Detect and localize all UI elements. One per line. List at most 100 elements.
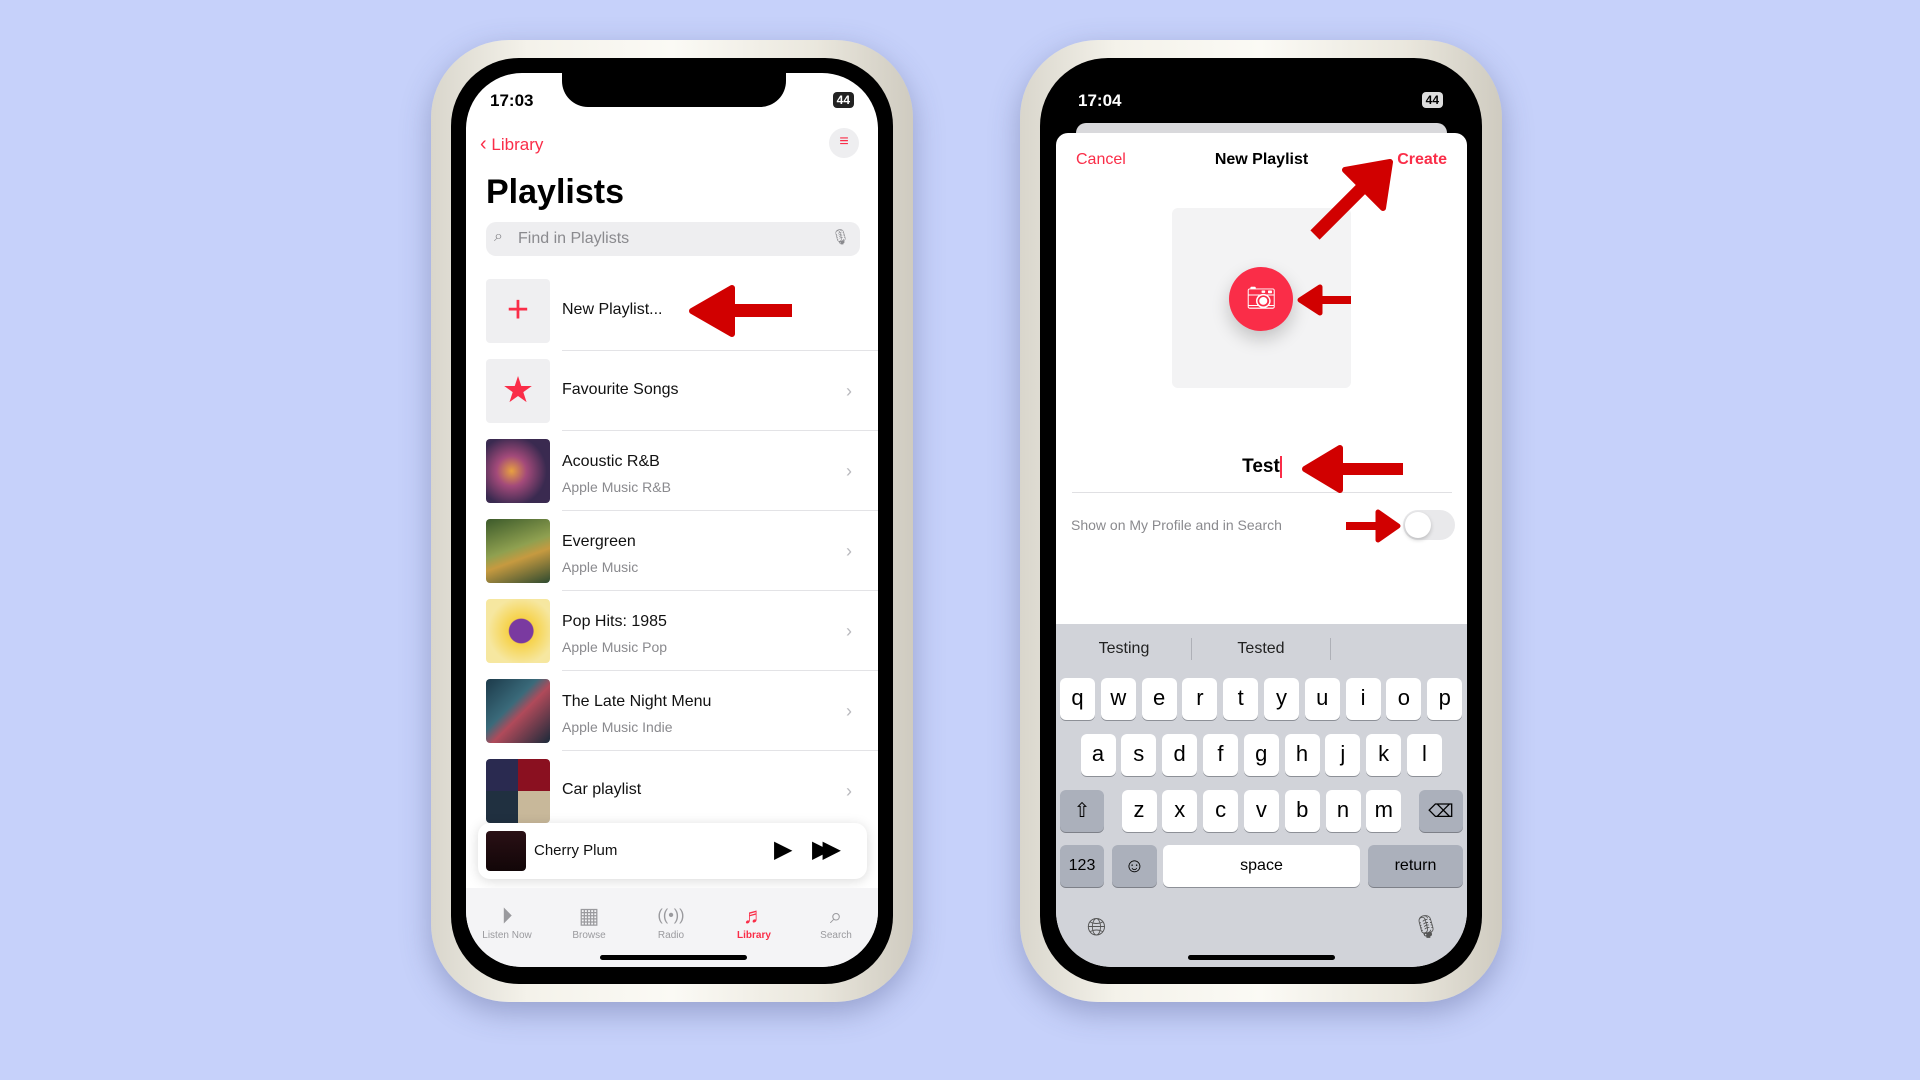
left-phone-screen: 17:03 44 ‹ Library ≡ Playlists ⌕ Find in…: [466, 73, 878, 967]
key-v[interactable]: v: [1243, 790, 1279, 832]
key-u[interactable]: u: [1304, 678, 1340, 720]
playlist-subtitle: Apple Music Indie: [562, 719, 673, 735]
playlist-subtitle: Apple Music R&B: [562, 479, 671, 495]
play-button[interactable]: ▶: [774, 835, 792, 864]
grid-icon: ▦: [578, 903, 600, 928]
tab-library[interactable]: ♬ Library: [714, 902, 794, 941]
toggle-knob: [1405, 512, 1431, 538]
suggestion-divider: [1330, 638, 1331, 660]
key-y[interactable]: y: [1264, 678, 1299, 720]
tab-listen-now[interactable]: ⏵ Listen Now: [467, 902, 547, 941]
playlist-artwork: [486, 519, 550, 583]
page-title: Playlists: [486, 173, 624, 211]
key-j[interactable]: j: [1325, 734, 1361, 776]
playlist-name-input[interactable]: Test: [1072, 449, 1452, 485]
status-time: 17:04: [1078, 91, 1122, 110]
fast-forward-button[interactable]: ▶▶: [812, 835, 841, 864]
tab-label: Browse: [572, 930, 606, 941]
divider: [562, 510, 878, 511]
search-input[interactable]: ⌕ Find in Playlists 🎙: [486, 222, 860, 256]
playlist-artwork: [486, 439, 550, 503]
key-e[interactable]: e: [1141, 678, 1177, 720]
playlist-row-acoustic-rnb[interactable]: Acoustic R&B Apple Music R&B ›: [486, 439, 878, 519]
playlist-name-value: Test: [1242, 456, 1280, 477]
playlist-row-favourite-songs[interactable]: ★ Favourite Songs ›: [486, 359, 878, 439]
playlist-subtitle: Apple Music Pop: [562, 639, 668, 655]
key-f[interactable]: f: [1202, 734, 1238, 776]
key-o[interactable]: o: [1386, 678, 1422, 720]
key-k[interactable]: k: [1366, 734, 1402, 776]
key-g[interactable]: g: [1243, 734, 1279, 776]
radio-icon: ((•)): [657, 907, 685, 924]
globe-icon[interactable]: 🌐︎: [1087, 914, 1106, 942]
key-d[interactable]: d: [1162, 734, 1198, 776]
playlist-title: Acoustic R&B: [562, 453, 660, 470]
key-i[interactable]: i: [1345, 678, 1381, 720]
tab-label: Radio: [657, 930, 685, 941]
plus-icon: +: [486, 279, 550, 343]
playlist-title: Evergreen: [562, 533, 636, 550]
key-s[interactable]: s: [1121, 734, 1157, 776]
shift-key[interactable]: ⇧: [1060, 790, 1104, 832]
keyboard: Testing Tested qwertyuiop asdfghjkl zxcvbn…: [1056, 624, 1467, 967]
chevron-right-icon: ›: [846, 701, 852, 721]
key-x[interactable]: x: [1162, 790, 1198, 832]
tab-browse[interactable]: ▦ Browse: [549, 902, 629, 941]
microphone-icon[interactable]: 🎙: [831, 228, 850, 246]
key-l[interactable]: l: [1406, 734, 1442, 776]
mini-player[interactable]: Cherry Plum ▶ ▶▶: [478, 823, 867, 879]
playlist-row-late-night-menu[interactable]: The Late Night Menu Apple Music Indie ›: [486, 679, 878, 759]
playlist-row-evergreen[interactable]: Evergreen Apple Music ›: [486, 519, 878, 599]
emoji-key[interactable]: ☺: [1112, 845, 1157, 887]
new-playlist-label: New Playlist...: [562, 301, 663, 318]
playlist-row-pop-hits-1985[interactable]: Pop Hits: 1985 Apple Music Pop ›: [486, 599, 878, 679]
back-button[interactable]: ‹ Library: [480, 133, 543, 156]
return-key[interactable]: return: [1368, 845, 1463, 887]
key-t[interactable]: t: [1223, 678, 1259, 720]
space-key[interactable]: space: [1163, 845, 1360, 887]
new-playlist-button[interactable]: + New Playlist...: [486, 279, 878, 359]
battery-indicator: 44: [1421, 92, 1443, 108]
chevron-left-icon: ‹: [480, 133, 487, 155]
chevron-right-icon: ›: [846, 541, 852, 561]
suggestion-testing[interactable]: Testing: [1056, 640, 1192, 658]
key-m[interactable]: m: [1366, 790, 1402, 832]
key-c[interactable]: c: [1203, 790, 1239, 832]
annotation-arrows: [689, 159, 1403, 543]
dictation-microphone-icon[interactable]: 🎙︎: [1412, 914, 1440, 940]
camera-button[interactable]: 📷︎: [1229, 267, 1293, 331]
now-playing-title: Cherry Plum: [534, 842, 618, 859]
back-label: Library: [491, 135, 544, 154]
delete-key[interactable]: ⌫: [1419, 790, 1463, 832]
profile-visibility-label: Show on My Profile and in Search: [1071, 517, 1282, 533]
playlist-title: Pop Hits: 1985: [562, 613, 667, 630]
key-b[interactable]: b: [1284, 790, 1320, 832]
key-a[interactable]: a: [1080, 734, 1116, 776]
tab-label: Search: [820, 930, 852, 941]
filter-icon: ≡: [839, 133, 849, 150]
key-w[interactable]: w: [1100, 678, 1136, 720]
profile-visibility-toggle[interactable]: [1403, 510, 1455, 540]
tab-radio[interactable]: ((•)) Radio: [631, 902, 711, 941]
key-p[interactable]: p: [1427, 678, 1463, 720]
camera-icon: 📷︎: [1245, 285, 1277, 312]
tab-label: Library: [737, 930, 771, 941]
playlist-artwork-placeholder[interactable]: 📷︎: [1172, 208, 1351, 388]
playlist-title: The Late Night Menu: [562, 693, 712, 710]
tab-search[interactable]: ⌕ Search: [796, 902, 876, 941]
suggestion-tested[interactable]: Tested: [1192, 640, 1330, 658]
key-h[interactable]: h: [1284, 734, 1320, 776]
create-button[interactable]: Create: [1397, 151, 1447, 169]
numbers-key[interactable]: 123: [1060, 845, 1104, 887]
key-z[interactable]: z: [1121, 790, 1157, 832]
search-icon: ⌕: [829, 903, 843, 928]
divider: [1072, 492, 1452, 493]
playlist-artwork: [486, 599, 550, 663]
filter-button[interactable]: ≡: [829, 128, 859, 158]
key-r[interactable]: r: [1182, 678, 1218, 720]
divider: [562, 590, 878, 591]
key-n[interactable]: n: [1325, 790, 1361, 832]
key-q[interactable]: q: [1060, 678, 1095, 720]
divider: [562, 670, 878, 671]
search-placeholder: Find in Playlists: [518, 230, 630, 247]
